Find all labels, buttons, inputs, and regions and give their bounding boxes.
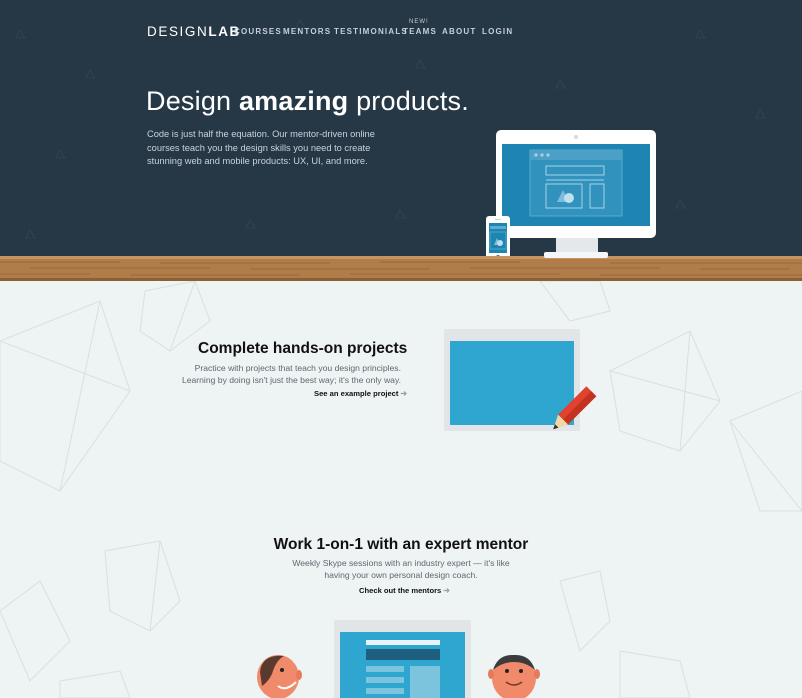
arrow-right-icon: ➜: [443, 586, 450, 595]
wood-desk: [0, 256, 802, 281]
mentor-avatar-left: [257, 655, 302, 698]
hero-title-pre: Design: [146, 86, 232, 116]
nav-about[interactable]: ABOUT: [442, 27, 476, 36]
features-section: Complete hands-on projects Practice with…: [0, 281, 802, 698]
mentor-title: Work 1-on-1 with an expert mentor: [273, 536, 529, 553]
phone-illustration: [486, 216, 510, 256]
wood-grain: [0, 256, 802, 281]
phone-speaker: [495, 218, 501, 220]
monitor-stand: [556, 238, 598, 252]
mentor-text: Weekly Skype sessions with an industry e…: [0, 558, 802, 581]
projects-text-line1: Practice with projects that teach you de…: [194, 363, 401, 373]
new-badge: NEW!: [409, 19, 429, 25]
monitor-screen: [502, 144, 650, 226]
monitor-illustration: [496, 130, 656, 238]
example-project-link-label: See an example project: [314, 389, 399, 398]
camera-dot: [574, 135, 578, 139]
pencil-icon: [553, 386, 597, 430]
hero-title-post: products.: [356, 86, 469, 116]
wireframe-illustration: [529, 149, 623, 217]
phone-screen: [489, 223, 507, 253]
example-project-link[interactable]: See an example project ➜: [314, 389, 407, 398]
phone-wireframe: [489, 226, 507, 250]
arrow-right-icon: ➜: [400, 389, 408, 398]
mentor-browser-illustration: [334, 620, 471, 698]
mentor-text-line2: having your own personal design coach.: [324, 569, 478, 580]
monitor-base: [544, 252, 608, 258]
hero-title-bold: amazing: [238, 86, 349, 116]
projects-text-line2: Learning by doing isn't just the best wa…: [181, 374, 401, 385]
nav-testimonials[interactable]: TESTIMONIALS: [334, 27, 408, 36]
mentor-canvas: [340, 632, 465, 698]
nav-login[interactable]: LOGIN: [482, 27, 513, 36]
mentors-link-label: Check out the mentors: [359, 586, 442, 595]
hero-pattern: [15, 19, 766, 239]
nav-teams[interactable]: TEAMS: [403, 27, 437, 36]
hero-subtitle: Code is just half the equation. Our ment…: [147, 129, 375, 166]
logo-text: DESIGN: [147, 24, 209, 39]
hero-title: Design amazing products.: [146, 86, 469, 117]
hero-section: DESIGNLAB COURSES MENTORS TESTIMONIALS N…: [0, 0, 802, 256]
mentor-text-line1: Weekly Skype sessions with an industry e…: [292, 558, 510, 568]
nav-mentors[interactable]: MENTORS: [283, 27, 331, 36]
mentors-link[interactable]: Check out the mentors ➜: [359, 586, 450, 595]
nav-courses[interactable]: COURSES: [234, 27, 282, 36]
mentor-wireframe: [366, 640, 440, 698]
projects-text: Practice with projects that teach you de…: [150, 363, 401, 386]
logo[interactable]: DESIGNLAB: [147, 24, 241, 39]
mentor-avatar-right: [488, 654, 540, 698]
projects-title: Complete hands-on projects: [198, 340, 408, 357]
